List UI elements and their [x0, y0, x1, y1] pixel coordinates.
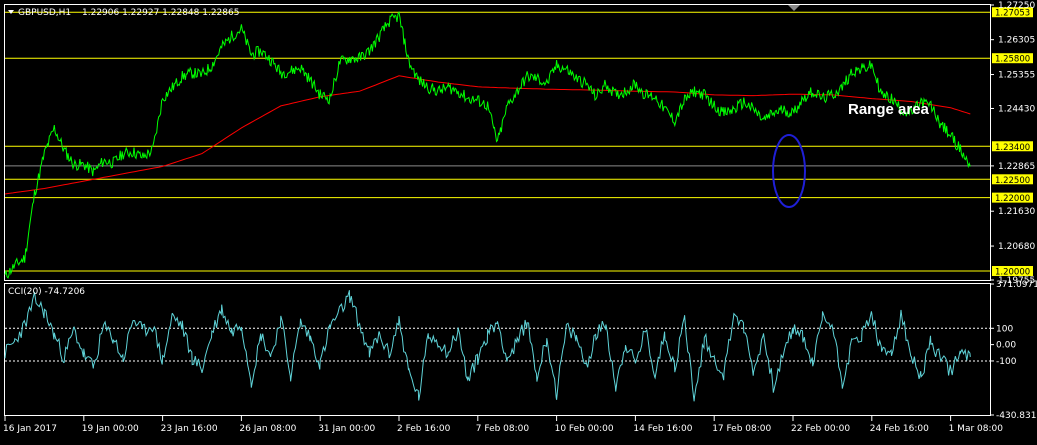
chart-svg[interactable]: 1.270531.258001.234001.225001.220001.200…: [0, 0, 1037, 441]
cci-indicator-label: CCI(20) -74.7206: [8, 287, 85, 297]
level-price-label: 1.23400: [995, 143, 1030, 153]
symbol-label: GBPUSD,H1: [18, 8, 71, 18]
cci-tick-label: -430.8316: [996, 411, 1037, 421]
level-price-label: 1.22500: [995, 176, 1030, 186]
cci-tick-label: 100: [996, 324, 1013, 334]
time-tick-label: 26 Jan 08:00: [239, 424, 296, 434]
time-tick-label: 19 Jan 00:00: [82, 424, 139, 434]
chart-window[interactable]: 1.27053 1.25800 1.23400 1.22500 1.22000 1.200…: [0, 0, 1037, 441]
time-tick-label: 24 Feb 16:00: [870, 424, 929, 434]
time-tick-label: 17 Feb 08:00: [712, 424, 771, 434]
ohlc-values: 1.22906 1.22927 1.22848 1.22865: [82, 8, 239, 18]
time-tick-label: 1 Mar 08:00: [949, 424, 1004, 434]
time-axis: 16 Jan 2017 19 Jan 00:00 23 Jan 16:00 26 Ja…: [3, 416, 1003, 434]
moving-average-line: [4, 75, 971, 195]
time-tick-label: 2 Feb 16:00: [397, 424, 451, 434]
chart-shift-marker-icon[interactable]: [788, 5, 800, 11]
range-area-annotation: Range area: [848, 101, 930, 118]
price-tick-label: 1.27250: [998, 1, 1035, 11]
support-resistance-levels: 1.270531.258001.234001.225001.220001.200…: [5, 7, 1033, 278]
time-tick-label: 14 Feb 16:00: [633, 424, 692, 434]
cci-tick-label: 371.0971: [996, 280, 1037, 290]
time-tick-label: 31 Jan 00:00: [318, 424, 375, 434]
cci-layer: [4, 290, 990, 402]
moving-average-layer: [4, 75, 971, 195]
cci-axis: 371.0971 100 0.00 -100 -430.8316: [990, 280, 1037, 421]
time-tick-label: 10 Feb 00:00: [555, 424, 614, 434]
cci-tick-label: 0.00: [996, 341, 1016, 351]
price-tick-label: 1.26305: [998, 36, 1035, 46]
price-tick-label: 1.24430: [998, 104, 1035, 114]
time-tick-label: 7 Feb 08:00: [476, 424, 530, 434]
level-price-label: 1.22000: [995, 194, 1030, 204]
price-tick-label: 1.25355: [998, 71, 1035, 81]
time-tick-label: 16 Jan 2017: [3, 424, 57, 434]
price-line: [4, 10, 971, 279]
price-tick-label: 1.21630: [998, 207, 1035, 217]
price-layer: [4, 10, 971, 279]
cci-tick-label: -100: [996, 357, 1017, 367]
level-price-label: 1.25800: [995, 55, 1030, 65]
price-panel[interactable]: [4, 4, 991, 281]
cci-panel[interactable]: [4, 283, 991, 416]
price-tick-label: 1.20680: [998, 242, 1035, 252]
cci-line: [4, 290, 971, 402]
time-tick-label: 23 Jan 16:00: [161, 424, 218, 434]
price-tick-label: 1.22865: [998, 162, 1035, 172]
time-tick-label: 22 Feb 00:00: [791, 424, 850, 434]
